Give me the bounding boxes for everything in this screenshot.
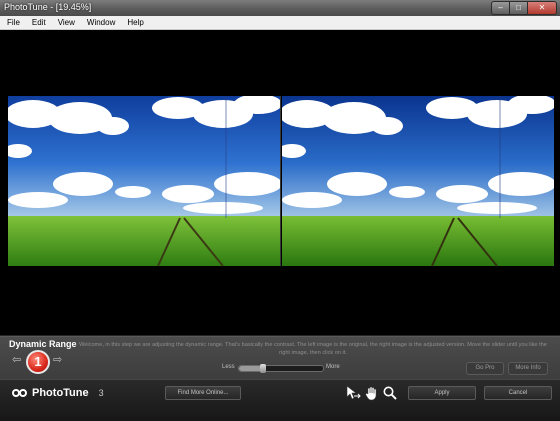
- menu-file[interactable]: File: [2, 16, 25, 29]
- step-description: Welcome, in this step we are adjusting t…: [79, 342, 547, 356]
- slider-fill: [239, 366, 263, 371]
- title-bar: PhotoTune - [19.45%] – □ ✕: [0, 0, 560, 17]
- window-controls: – □ ✕: [491, 1, 557, 15]
- go-pro-button[interactable]: Go Pro: [466, 362, 504, 375]
- compare-cursor-icon[interactable]: [345, 385, 361, 401]
- preview-canvas: [0, 30, 560, 336]
- next-step-icon[interactable]: ⇨: [53, 354, 62, 366]
- original-image: [8, 96, 280, 266]
- adjusted-image[interactable]: [282, 96, 554, 266]
- slider-less-label: Less: [222, 364, 235, 370]
- previous-step-icon[interactable]: ⇦: [12, 354, 21, 366]
- menu-window[interactable]: Window: [82, 16, 120, 29]
- step-panel: Dynamic Range ⇦ 1 ⇨ Welcome, in this ste…: [0, 336, 560, 379]
- phototune-logo-icon: [12, 388, 29, 398]
- menu-bar: File Edit View Window Help: [0, 16, 560, 30]
- brand: PhotoTune 3: [12, 387, 104, 399]
- menu-edit[interactable]: Edit: [27, 16, 51, 29]
- slider-thumb[interactable]: [259, 364, 266, 373]
- hand-icon[interactable]: [364, 385, 380, 401]
- cancel-button[interactable]: Cancel: [484, 386, 552, 400]
- step-title: Dynamic Range: [9, 339, 77, 349]
- step-number-badge: 1: [26, 350, 50, 374]
- image-divider: [280, 96, 281, 266]
- menu-view[interactable]: View: [53, 16, 80, 29]
- menu-help[interactable]: Help: [122, 16, 148, 29]
- bottom-bar: PhotoTune 3 Find More Online... Apply Ca…: [0, 379, 560, 421]
- maximize-icon[interactable]: □: [510, 1, 528, 15]
- find-more-online-button[interactable]: Find More Online...: [165, 386, 241, 400]
- more-info-button[interactable]: More Info: [508, 362, 548, 375]
- brand-version: 3: [98, 388, 104, 398]
- zoom-icon[interactable]: [382, 385, 398, 401]
- dynamic-range-slider[interactable]: [238, 364, 324, 373]
- apply-button[interactable]: Apply: [408, 386, 476, 400]
- slider-more-label: More: [326, 364, 340, 370]
- window-title: PhotoTune - [19.45%]: [4, 2, 92, 12]
- brand-name: PhotoTune: [32, 387, 89, 399]
- close-icon[interactable]: ✕: [528, 1, 557, 15]
- minimize-icon[interactable]: –: [491, 1, 510, 15]
